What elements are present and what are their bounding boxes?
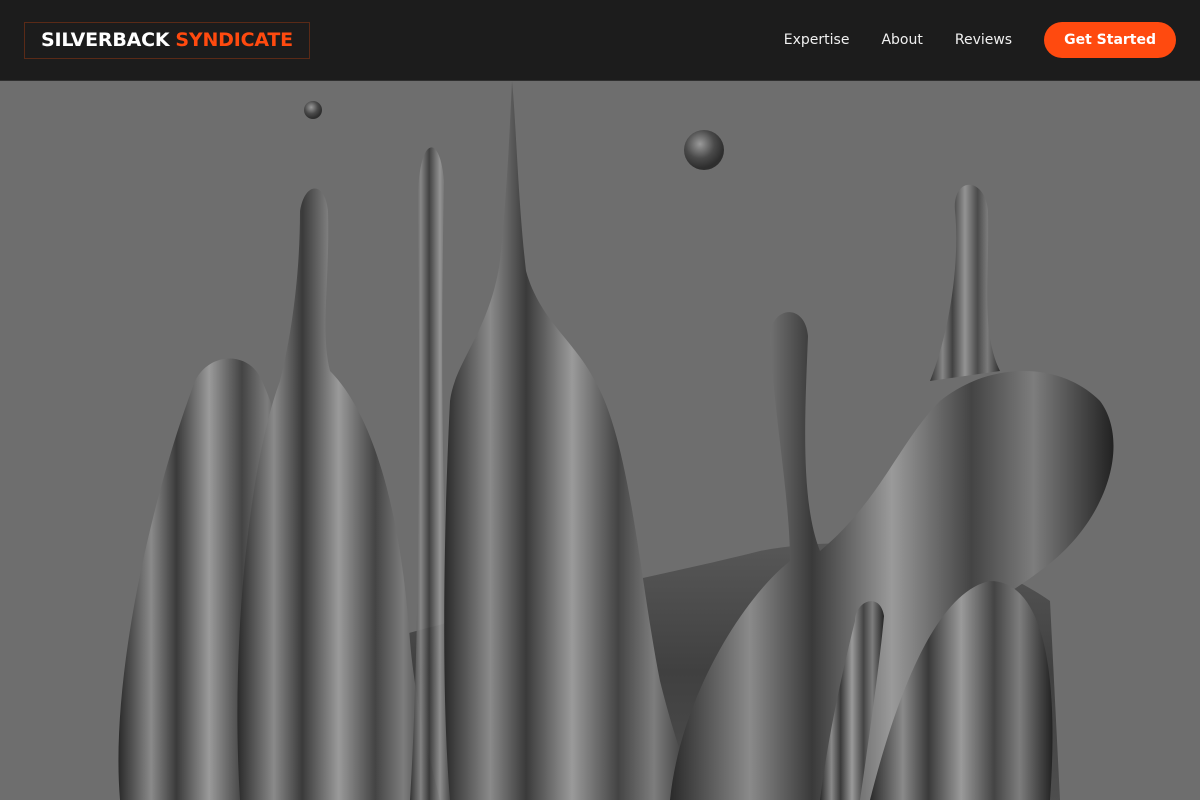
nav-link-expertise[interactable]: Expertise	[784, 32, 850, 48]
get-started-button[interactable]: Get Started	[1044, 22, 1176, 58]
main-nav: Expertise About Reviews Get Started	[784, 22, 1176, 58]
nav-link-about[interactable]: About	[881, 32, 922, 48]
brand-logo[interactable]: SILVERBACK SYNDICATE	[24, 21, 310, 59]
liquid-splash-image	[0, 81, 1200, 800]
hero-section	[0, 81, 1200, 800]
brand-name-accent: SYNDICATE	[175, 29, 293, 51]
top-navbar: SILVERBACK SYNDICATE Expertise About Rev…	[0, 0, 1200, 81]
brand-name-primary: SILVERBACK	[41, 29, 170, 51]
nav-link-reviews[interactable]: Reviews	[955, 32, 1012, 48]
